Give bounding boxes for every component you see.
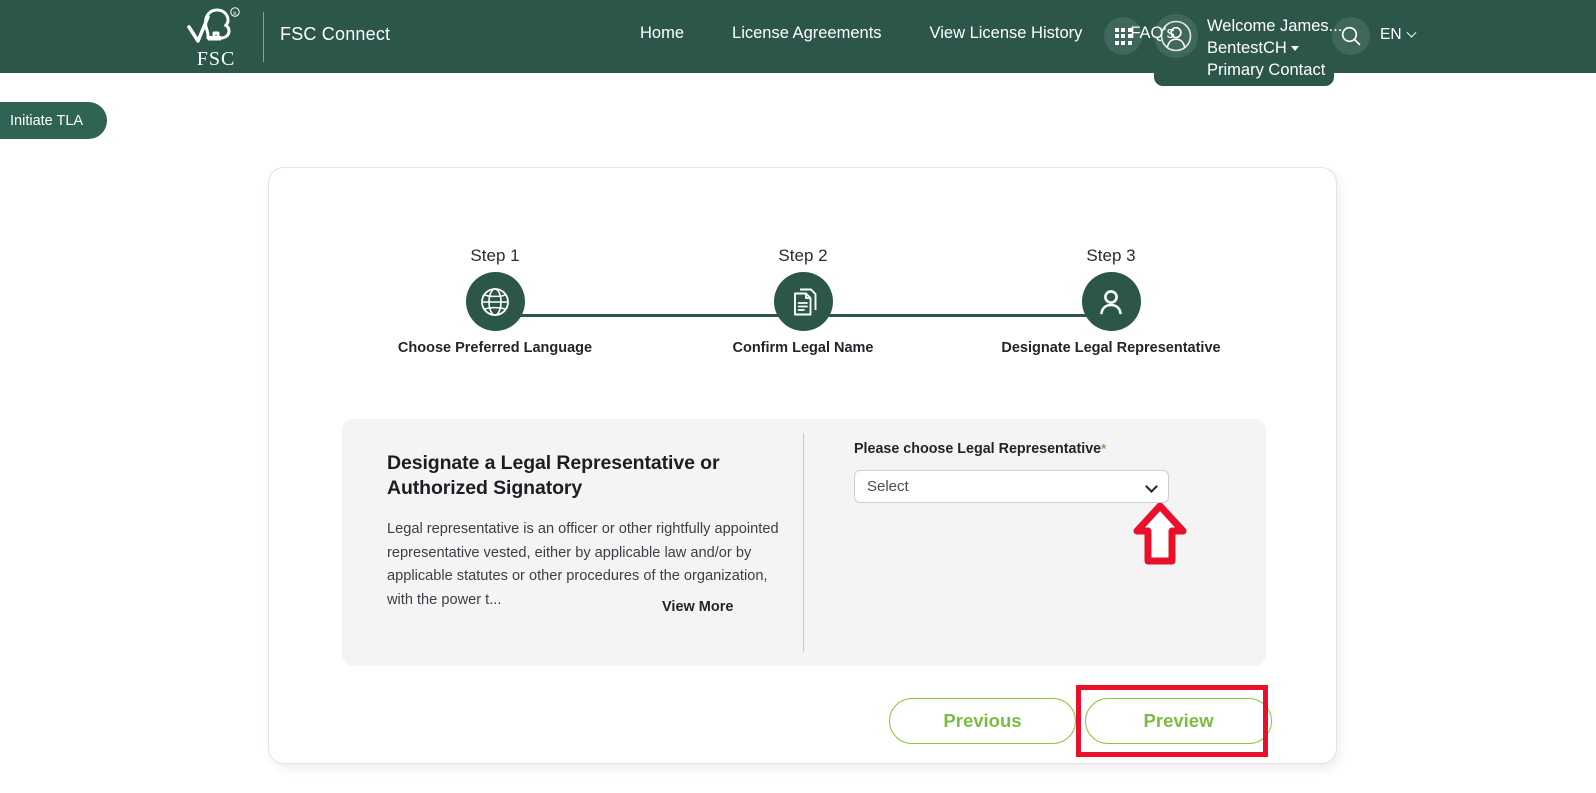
user-account-line[interactable]: BentestCH [1207,37,1347,59]
step-1-label: Choose Preferred Language [370,340,620,356]
language-selector[interactable]: EN [1380,26,1415,44]
step-2-number: Step 2 [678,246,928,266]
nav-item-view-license-history[interactable]: View License History [906,24,1107,43]
user-account-name: BentestCH [1207,39,1287,57]
initiate-tla-button[interactable]: Initiate TLA [0,102,107,139]
tla-wizard-card: Step 1 Choose Preferred Language Step 2 [268,167,1337,764]
chevron-down-icon [1291,46,1299,51]
view-more-link[interactable]: View More [662,599,733,615]
preview-button-label: Preview [1144,710,1214,732]
wizard-stepper: Step 1 Choose Preferred Language Step 2 [269,246,1338,366]
legal-representative-label: Please choose Legal Representative* [854,441,1214,457]
user-menu[interactable]: Welcome James... BentestCH Primary Conta… [1207,15,1347,81]
fsc-logo[interactable]: R FSC [183,4,249,70]
step-3-number: Step 3 [986,246,1236,266]
person-icon [1082,272,1141,331]
stepper-step-1[interactable]: Step 1 Choose Preferred Language [370,246,620,356]
svg-text:R: R [233,11,237,17]
previous-button[interactable]: Previous [889,698,1076,744]
grid-icon[interactable] [1104,17,1142,55]
preview-button[interactable]: Preview [1085,698,1272,744]
panel-title: Designate a Legal Representative or Auth… [387,451,787,501]
documents-icon [774,272,833,331]
chevron-down-icon [1406,27,1416,37]
required-asterisk: * [1101,441,1106,456]
step-1-number: Step 1 [370,246,620,266]
user-role-line: Primary Contact [1207,59,1347,81]
step-3-label: Designate Legal Representative [986,340,1236,356]
stepper-step-2[interactable]: Step 2 Confirm Legal Name [678,246,928,356]
header-divider [263,12,264,62]
user-avatar-icon[interactable] [1154,14,1198,58]
panel-divider [803,433,804,652]
grid-icon-glyph [1115,28,1132,45]
designate-representative-panel: Designate a Legal Representative or Auth… [342,419,1266,666]
nav-item-license-agreements[interactable]: License Agreements [708,24,906,43]
legal-representative-select[interactable]: Select [854,470,1169,503]
globe-icon [466,272,525,331]
user-welcome-line: Welcome James... [1207,15,1347,37]
legal-representative-select-wrap: Select [854,470,1169,503]
nav-item-home[interactable]: Home [640,24,708,43]
panel-form-section: Please choose Legal Representative* Sele… [854,441,1214,503]
panel-description: Legal representative is an officer or ot… [387,518,787,612]
initiate-tla-label: Initiate TLA [10,113,83,129]
language-label: EN [1380,26,1402,44]
previous-button-label: Previous [943,710,1021,732]
stepper-step-3[interactable]: Step 3 Designate Legal Representative [986,246,1236,356]
page-root: R FSC FSC Connect Home License Agreement… [0,0,1596,793]
panel-info-section: Designate a Legal Representative or Auth… [387,451,787,612]
brand-name: FSC Connect [280,24,390,45]
step-2-label: Confirm Legal Name [678,340,928,356]
search-icon[interactable] [1332,17,1370,55]
svg-text:FSC: FSC [197,48,236,69]
site-header: R FSC FSC Connect Home License Agreement… [0,0,1596,73]
legal-representative-label-text: Please choose Legal Representative [854,441,1101,457]
